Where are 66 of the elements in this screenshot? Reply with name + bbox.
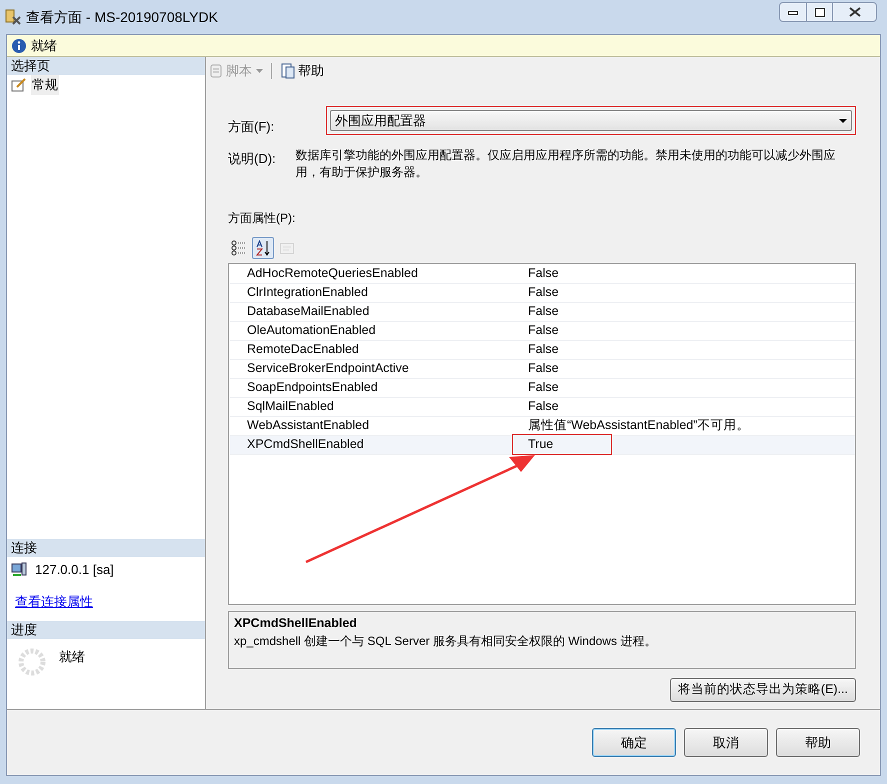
- help-button[interactable]: 帮助: [280, 61, 324, 81]
- property-row[interactable]: XPCmdShellEnabled True: [230, 436, 855, 454]
- window-title: 查看方面 - MS-20190708LYDK: [26, 8, 218, 26]
- document-icon: [280, 63, 296, 79]
- dialog-button[interactable]: 取消: [684, 728, 768, 757]
- dropdown-arrow-icon: [839, 118, 847, 123]
- description-label: 说明(D):: [228, 150, 276, 168]
- property-row[interactable]: SqlMailEnabled False: [230, 398, 855, 416]
- property-name: AdHocRemoteQueriesEnabled: [246, 265, 419, 282]
- server-icon: [11, 562, 27, 578]
- alphabetical-button[interactable]: [252, 236, 274, 258]
- property-value: False: [527, 398, 560, 416]
- property-name: SoapEndpointsEnabled: [246, 379, 379, 396]
- property-name: RemoteDacEnabled: [246, 341, 360, 358]
- property-help-title: XPCmdShellEnabled: [234, 614, 358, 632]
- page-item[interactable]: 常规: [31, 75, 59, 95]
- property-value: False: [527, 265, 560, 282]
- connection-properties-link[interactable]: 查看连接属性: [15, 592, 93, 612]
- section-header: 选择页: [7, 57, 205, 75]
- facet-dropdown[interactable]: 外围应用配置器: [330, 110, 852, 132]
- property-value: 属性值“WebAssistantEnabled”不可用。: [527, 417, 750, 434]
- property-name: OleAutomationEnabled: [246, 322, 377, 340]
- property-value: False: [527, 360, 560, 378]
- property-value: False: [527, 284, 560, 302]
- maximize-icon: [814, 8, 824, 16]
- property-name: DatabaseMailEnabled: [246, 303, 370, 320]
- property-name: XPCmdShellEnabled: [246, 436, 365, 454]
- property-name: ClrIntegrationEnabled: [246, 284, 369, 302]
- property-value: True: [512, 434, 612, 455]
- property-row[interactable]: AdHocRemoteQueriesEnabled False: [230, 264, 855, 284]
- property-name: ServiceBrokerEndpointActive: [246, 360, 410, 378]
- progress-status: 就绪: [59, 648, 85, 666]
- section-header: 连接: [7, 539, 205, 557]
- property-row[interactable]: WebAssistantEnabled 属性值“WebAssistantEnabled”不可用。: [230, 416, 855, 436]
- facet-properties-label: 方面属性(P):: [228, 210, 296, 226]
- property-row[interactable]: SoapEndpointsEnabled False: [230, 378, 855, 398]
- property-value: False: [527, 379, 560, 396]
- property-value: False: [527, 303, 560, 320]
- categorized-icon: [231, 240, 247, 256]
- dialog-button[interactable]: 帮助: [776, 728, 860, 757]
- property-row[interactable]: DatabaseMailEnabled False: [230, 302, 855, 322]
- property-name: SqlMailEnabled: [246, 398, 335, 416]
- property-row[interactable]: ClrIntegrationEnabled False: [230, 284, 855, 302]
- property-help-text: xp_cmdshell 创建一个与 SQL Server 服务具有相同安全权限的 Windows 进程。: [234, 633, 658, 650]
- info-icon: [11, 38, 27, 54]
- close-icon: [848, 7, 860, 17]
- properties-icon: [11, 77, 27, 93]
- property-row[interactable]: ServiceBrokerEndpointActive False: [230, 360, 855, 378]
- app-icon: [4, 8, 22, 26]
- dropdown-arrow-icon: [256, 69, 263, 73]
- connection-text: 127.0.0.1 [sa]: [35, 561, 114, 580]
- description-text: 数据库引擎功能的外围应用配置器。仅应启用应用程序所需的功能。禁用未使用的功能可以减少外围应用，有助于保护服务器。: [296, 146, 837, 180]
- dialog-button[interactable]: 确定: [592, 728, 676, 757]
- property-row[interactable]: OleAutomationEnabled False: [230, 322, 855, 340]
- property-row[interactable]: RemoteDacEnabled False: [230, 340, 855, 360]
- facet-label: 方面(F):: [228, 118, 274, 136]
- section-header: 进度: [7, 621, 205, 639]
- property-value: False: [527, 322, 560, 340]
- minimize-icon: [788, 9, 798, 15]
- sort-alphabetical-icon: [255, 240, 271, 256]
- property-name: WebAssistantEnabled: [246, 417, 370, 434]
- export-policy-button[interactable]: 将当前的状态导出为策略(E)...: [670, 678, 856, 702]
- scroll-icon: [208, 63, 224, 79]
- property-value: False: [527, 341, 560, 358]
- status-text: 就绪: [31, 36, 57, 55]
- progress-spinner-icon: [17, 647, 47, 677]
